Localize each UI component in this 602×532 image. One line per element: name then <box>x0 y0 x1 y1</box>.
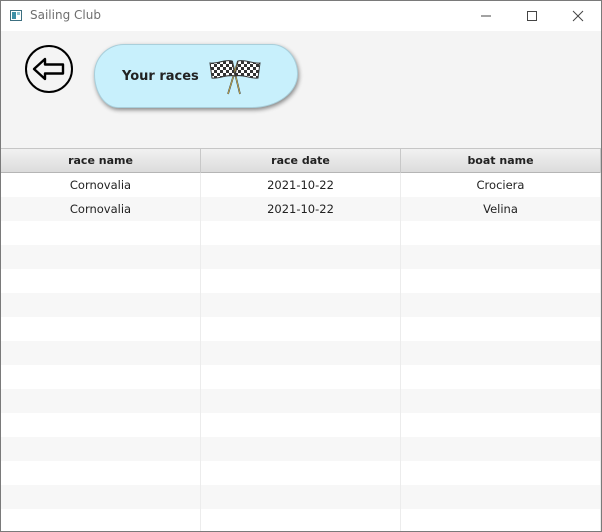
close-button[interactable] <box>555 1 601 31</box>
empty-table-row[interactable] <box>1 509 601 531</box>
table-cell-race-date <box>201 461 401 485</box>
maximize-button[interactable] <box>509 1 555 31</box>
empty-table-row[interactable] <box>1 389 601 413</box>
table-cell-race-name <box>1 245 201 269</box>
table-cell-boat-name <box>401 269 601 293</box>
table-cell-race-name <box>1 389 201 413</box>
table-cell-race-name <box>1 269 201 293</box>
table-cell-race-name <box>1 413 201 437</box>
table-cell-boat-name <box>401 485 601 509</box>
table-cell-boat-name <box>401 245 601 269</box>
table-cell-race-name: Cornovalia <box>1 197 201 221</box>
table-cell-race-name: Cornovalia <box>1 173 201 197</box>
table-cell-race-date <box>201 413 401 437</box>
table-cell-race-name <box>1 461 201 485</box>
table-cell-boat-name <box>401 413 601 437</box>
minimize-icon <box>481 15 491 17</box>
arrow-left-icon <box>32 57 65 81</box>
table-cell-boat-name: Crociera <box>401 173 601 197</box>
table-cell-race-name <box>1 317 201 341</box>
table-cell-boat-name <box>401 317 601 341</box>
empty-table-row[interactable] <box>1 365 601 389</box>
minimize-button[interactable] <box>463 1 509 31</box>
your-races-label: Your races <box>122 69 199 84</box>
table-cell-race-date <box>201 293 401 317</box>
table-header: race name race date boat name <box>1 149 601 173</box>
empty-table-row[interactable] <box>1 437 601 461</box>
table-cell-race-date <box>201 389 401 413</box>
table-cell-race-name <box>1 221 201 245</box>
races-table[interactable]: race name race date boat name Cornovalia… <box>1 148 601 531</box>
empty-table-row[interactable] <box>1 341 601 365</box>
empty-table-row[interactable] <box>1 413 601 437</box>
table-cell-race-date: 2021-10-22 <box>201 197 401 221</box>
table-cell-race-date: 2021-10-22 <box>201 173 401 197</box>
empty-table-row[interactable] <box>1 245 601 269</box>
app-window-icon <box>10 10 22 21</box>
empty-table-row[interactable] <box>1 317 601 341</box>
column-header-race-date[interactable]: race date <box>201 149 401 173</box>
table-cell-boat-name: Velina <box>401 197 601 221</box>
table-cell-race-date <box>201 245 401 269</box>
table-cell-boat-name <box>401 221 601 245</box>
table-cell-race-date <box>201 365 401 389</box>
table-row[interactable]: Cornovalia 2021-10-22 Crociera <box>1 173 601 197</box>
title-bar[interactable]: Sailing Club <box>1 1 601 31</box>
close-icon <box>572 10 584 22</box>
empty-table-row[interactable] <box>1 461 601 485</box>
table-cell-race-date <box>201 509 401 531</box>
empty-table-row[interactable] <box>1 293 601 317</box>
maximize-icon <box>527 11 537 21</box>
table-cell-race-name <box>1 437 201 461</box>
table-cell-boat-name <box>401 389 601 413</box>
table-cell-boat-name <box>401 293 601 317</box>
table-cell-race-date <box>201 485 401 509</box>
table-cell-race-date <box>201 317 401 341</box>
table-cell-boat-name <box>401 509 601 531</box>
table-cell-race-name <box>1 485 201 509</box>
table-cell-race-name <box>1 293 201 317</box>
table-cell-boat-name <box>401 365 601 389</box>
checkered-flags-icon <box>209 60 261 95</box>
sailing-club-window: Sailing Club Your races race name race d… <box>0 0 602 532</box>
table-row[interactable]: Cornovalia 2021-10-22 Velina <box>1 197 601 221</box>
column-header-boat-name[interactable]: boat name <box>401 149 601 173</box>
table-cell-race-date <box>201 269 401 293</box>
empty-table-row[interactable] <box>1 485 601 509</box>
table-cell-race-date <box>201 341 401 365</box>
empty-table-row[interactable] <box>1 221 601 245</box>
empty-table-row[interactable] <box>1 269 601 293</box>
table-cell-race-name <box>1 341 201 365</box>
back-button[interactable] <box>25 45 73 93</box>
table-cell-race-name <box>1 509 201 531</box>
table-cell-race-date <box>201 221 401 245</box>
window-title: Sailing Club <box>30 8 101 22</box>
table-cell-boat-name <box>401 437 601 461</box>
table-cell-boat-name <box>401 341 601 365</box>
table-cell-boat-name <box>401 461 601 485</box>
table-cell-race-name <box>1 365 201 389</box>
table-body: Cornovalia 2021-10-22 Crociera Cornovalia 20… <box>1 173 601 531</box>
table-cell-race-date <box>201 437 401 461</box>
column-header-race-name[interactable]: race name <box>1 149 201 173</box>
your-races-banner: Your races <box>94 44 298 108</box>
